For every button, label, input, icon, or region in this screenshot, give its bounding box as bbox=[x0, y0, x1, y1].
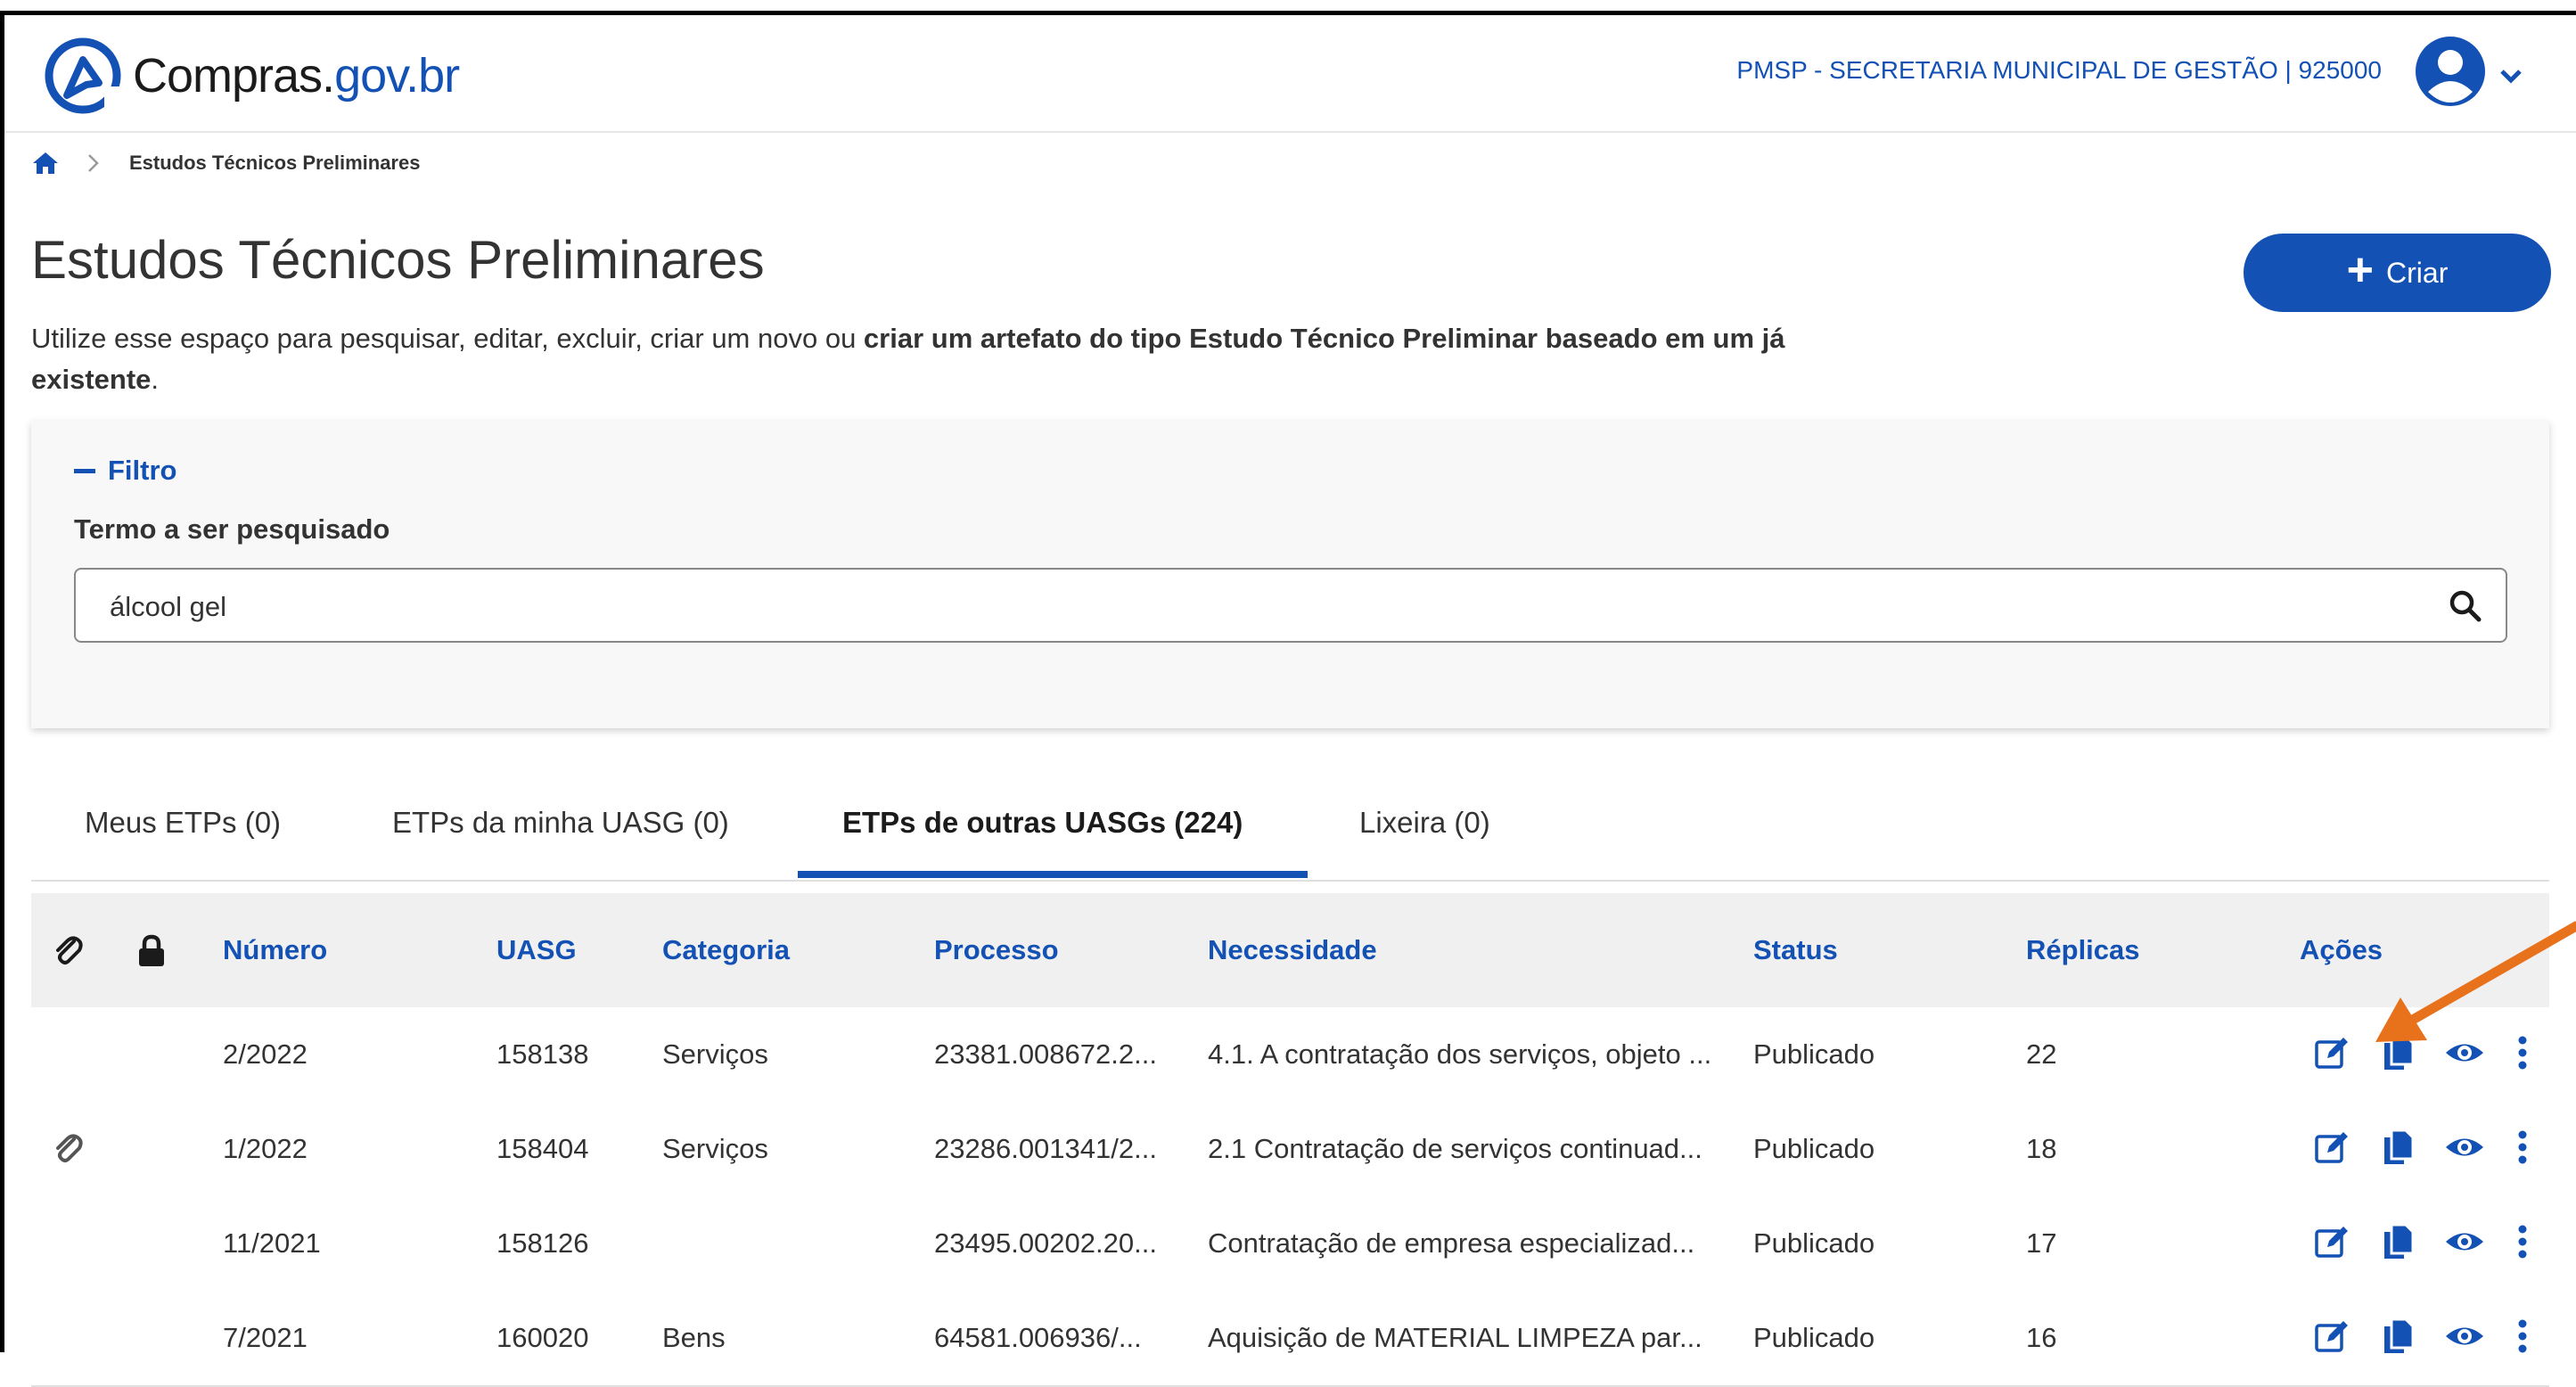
cell-numero: 7/2021 bbox=[223, 1322, 308, 1353]
chevron-right-icon bbox=[88, 154, 99, 172]
cell-numero: 11/2021 bbox=[223, 1227, 321, 1259]
eye-icon[interactable] bbox=[2444, 1128, 2485, 1166]
search-field-label: Termo a ser pesquisado bbox=[74, 513, 390, 545]
breadcrumb-current: Estudos Técnicos Preliminares bbox=[129, 152, 421, 174]
col-uasg[interactable]: UASG bbox=[496, 893, 577, 1007]
table-row: 1/2022 158404 Serviços 23286.001341/2...… bbox=[31, 1102, 2549, 1198]
compras-logo-icon bbox=[45, 37, 121, 114]
active-tab-indicator bbox=[798, 871, 1308, 878]
app-frame: Compras.gov.br PMSP - SECRETARIA MUNICIP… bbox=[0, 11, 2576, 1387]
page-title: Estudos Técnicos Preliminares bbox=[31, 230, 765, 290]
cell-necessidade: 2.1 Contratação de serviços continuad... bbox=[1208, 1133, 1702, 1164]
table-header: Número UASG Categoria Processo Necessida… bbox=[31, 893, 2549, 1007]
top-header: Compras.gov.br PMSP - SECRETARIA MUNICIP… bbox=[4, 15, 2576, 133]
tab-etps-outras-uasgs[interactable]: ETPs de outras UASGs (224) bbox=[842, 782, 1243, 878]
search-input[interactable] bbox=[108, 586, 2384, 628]
logo-main-text: Compras. bbox=[133, 49, 335, 103]
col-status[interactable]: Status bbox=[1753, 893, 1838, 1007]
edit-icon[interactable] bbox=[2313, 1034, 2350, 1071]
cell-replicas: 22 bbox=[2026, 1038, 2057, 1070]
create-button-label: Criar bbox=[2386, 256, 2449, 289]
cell-numero: 1/2022 bbox=[223, 1133, 308, 1164]
edit-icon[interactable] bbox=[2313, 1128, 2350, 1166]
eye-icon[interactable] bbox=[2444, 1223, 2485, 1260]
paperclip-icon bbox=[56, 1134, 83, 1162]
col-processo[interactable]: Processo bbox=[934, 893, 1059, 1007]
more-vertical-icon[interactable] bbox=[2516, 1317, 2529, 1355]
lock-icon bbox=[139, 934, 164, 966]
page-description: Utilize esse espaço para pesquisar, edit… bbox=[31, 318, 1858, 400]
more-vertical-icon[interactable] bbox=[2516, 1128, 2529, 1166]
plus-icon: + bbox=[2346, 244, 2375, 296]
cell-processo: 23286.001341/2... bbox=[934, 1133, 1157, 1164]
cell-uasg: 158404 bbox=[496, 1133, 589, 1164]
table-row: 7/2021 160020 Bens 64581.006936/... Aqui… bbox=[31, 1291, 2549, 1387]
filter-panel: Filtro Termo a ser pesquisado bbox=[31, 421, 2549, 728]
compras-logo[interactable]: Compras.gov.br bbox=[40, 33, 460, 119]
cell-uasg: 158138 bbox=[496, 1038, 589, 1070]
col-numero[interactable]: Número bbox=[223, 893, 327, 1007]
tab-lixeira[interactable]: Lixeira (0) bbox=[1359, 782, 1490, 878]
cell-status: Publicado bbox=[1753, 1227, 1875, 1259]
cell-processo: 23381.008672.2... bbox=[934, 1038, 1157, 1070]
description-plain: Utilize esse espaço para pesquisar, edit… bbox=[31, 323, 864, 354]
cell-numero: 2/2022 bbox=[223, 1038, 308, 1070]
filter-toggle[interactable]: Filtro bbox=[74, 455, 177, 487]
col-categoria[interactable]: Categoria bbox=[662, 893, 790, 1007]
logo-text: Compras.gov.br bbox=[133, 48, 460, 103]
eye-icon[interactable] bbox=[2444, 1317, 2485, 1355]
create-button[interactable]: + Criar bbox=[2244, 234, 2551, 312]
copy-icon[interactable] bbox=[2383, 1223, 2415, 1260]
cell-status: Publicado bbox=[1753, 1038, 1875, 1070]
table-row: 2/2022 158138 Serviços 23381.008672.2...… bbox=[31, 1007, 2549, 1104]
table-row: 11/2021 158126 23495.00202.20... Contrat… bbox=[31, 1196, 2549, 1293]
cell-necessidade: Contratação de empresa especializad... bbox=[1208, 1227, 1695, 1259]
home-icon[interactable] bbox=[31, 151, 60, 176]
user-avatar-icon[interactable] bbox=[2414, 35, 2487, 108]
col-replicas[interactable]: Réplicas bbox=[2026, 893, 2140, 1007]
cell-necessidade: 4.1. A contratação dos serviços, objeto … bbox=[1208, 1038, 1712, 1070]
cell-categoria: Serviços bbox=[662, 1038, 768, 1070]
edit-icon[interactable] bbox=[2313, 1317, 2350, 1355]
tab-meus-etps[interactable]: Meus ETPs (0) bbox=[85, 782, 281, 878]
more-vertical-icon[interactable] bbox=[2516, 1223, 2529, 1260]
cell-status: Publicado bbox=[1753, 1322, 1875, 1353]
search-icon[interactable] bbox=[2449, 589, 2482, 623]
cell-necessidade: Aquisição de MATERIAL LIMPEZA par... bbox=[1208, 1322, 1702, 1353]
copy-icon[interactable] bbox=[2383, 1128, 2415, 1166]
paperclip-icon bbox=[56, 936, 83, 964]
edit-icon[interactable] bbox=[2313, 1223, 2350, 1260]
logo-tld-text: gov.br bbox=[334, 49, 460, 103]
etp-tabs: Meus ETPs (0) ETPs da minha UASG (0) ETP… bbox=[31, 782, 2549, 882]
copy-icon[interactable] bbox=[2383, 1317, 2415, 1355]
cell-processo: 64581.006936/... bbox=[934, 1322, 1142, 1353]
cell-replicas: 17 bbox=[2026, 1227, 2057, 1259]
chevron-down-icon[interactable] bbox=[2499, 69, 2523, 85]
annotation-arrow-icon bbox=[2375, 921, 2576, 1042]
col-necessidade[interactable]: Necessidade bbox=[1208, 893, 1377, 1007]
cell-replicas: 16 bbox=[2026, 1322, 2057, 1353]
filter-toggle-label: Filtro bbox=[108, 455, 177, 486]
search-box bbox=[74, 568, 2507, 643]
cell-processo: 23495.00202.20... bbox=[934, 1227, 1157, 1259]
cell-uasg: 160020 bbox=[496, 1322, 589, 1353]
cell-replicas: 18 bbox=[2026, 1133, 2057, 1164]
cell-categoria: Bens bbox=[662, 1322, 726, 1353]
breadcrumb: Estudos Técnicos Preliminares bbox=[31, 151, 420, 176]
tab-etps-minha-uasg[interactable]: ETPs da minha UASG (0) bbox=[392, 782, 729, 878]
cell-uasg: 158126 bbox=[496, 1227, 589, 1259]
cell-categoria: Serviços bbox=[662, 1133, 768, 1164]
description-end: . bbox=[151, 364, 160, 395]
organization-label[interactable]: PMSP - SECRETARIA MUNICIPAL DE GESTÃO | … bbox=[1736, 56, 2382, 85]
cell-status: Publicado bbox=[1753, 1133, 1875, 1164]
minus-icon bbox=[74, 468, 95, 473]
